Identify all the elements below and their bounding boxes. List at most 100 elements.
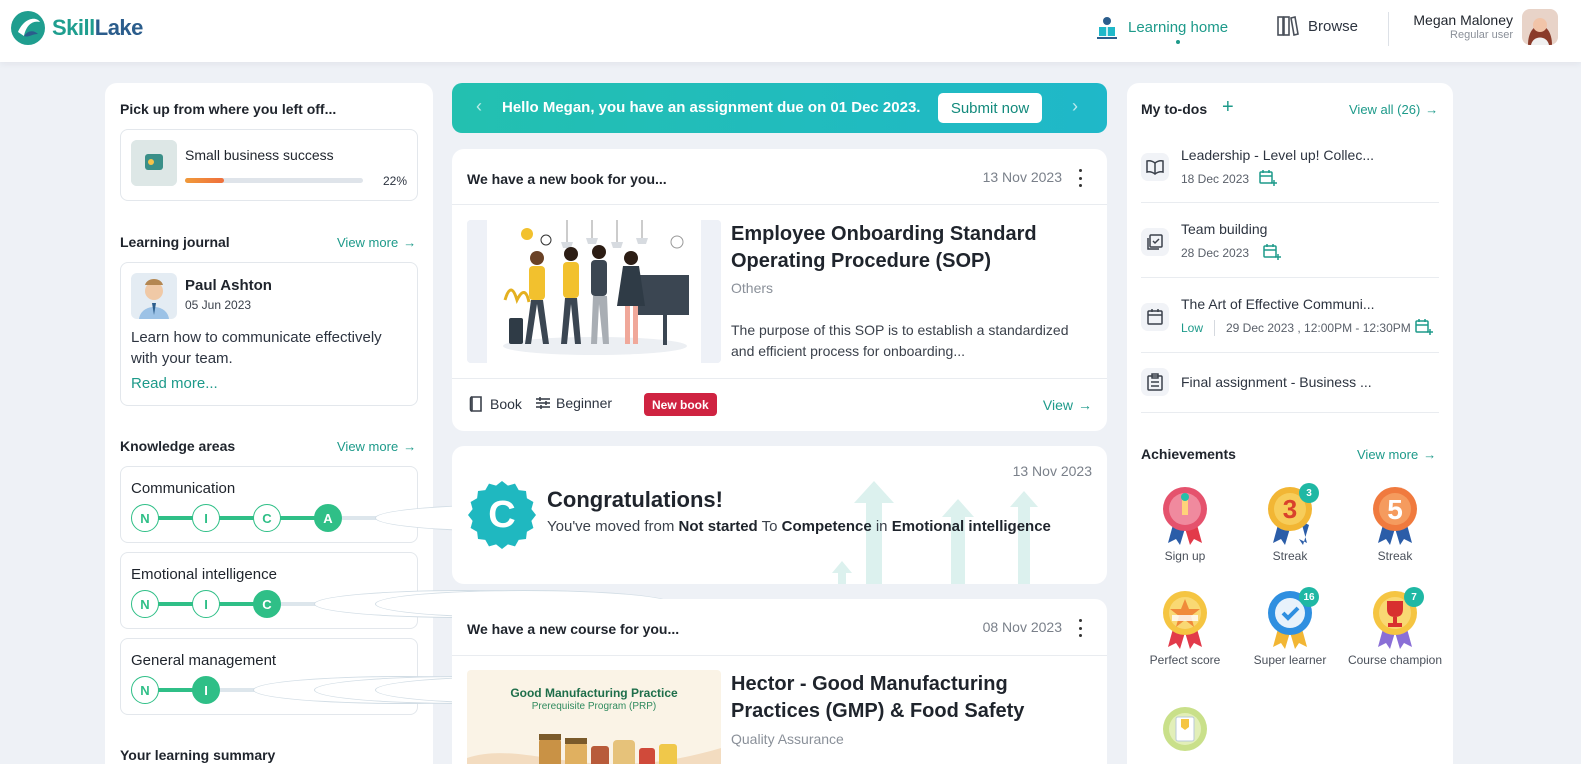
journal-date: 05 Jun 2023 bbox=[185, 298, 252, 312]
certificate-medal-icon bbox=[1158, 705, 1212, 764]
level-track: NICAE bbox=[131, 676, 673, 704]
card-date: 13 Nov 2023 bbox=[982, 169, 1062, 185]
avatar-image bbox=[1522, 9, 1558, 45]
book-card: We have a new book for you... 13 Nov 202… bbox=[452, 149, 1107, 431]
calendar-add-icon[interactable] bbox=[1263, 243, 1281, 261]
knowledge-area-card[interactable]: Emotional intelligenceNICAE bbox=[120, 552, 673, 629]
level-node: I bbox=[192, 504, 220, 532]
knowledge-area-card[interactable]: CommunicationNICAE bbox=[120, 466, 673, 543]
nav-learning-home[interactable]: Learning home bbox=[1094, 14, 1228, 40]
super-learner-medal-icon: 16 bbox=[1263, 587, 1319, 649]
submit-now-button[interactable]: Submit now bbox=[938, 93, 1042, 123]
progress-fill bbox=[185, 178, 225, 183]
add-todo-button[interactable]: + bbox=[1222, 97, 1234, 117]
journal-view-more[interactable]: View more → bbox=[337, 235, 416, 250]
streak-number: 3 bbox=[1283, 494, 1297, 524]
course-thumbnail[interactable]: Good Manufacturing Practice Prerequisite… bbox=[467, 670, 721, 764]
level-node: C bbox=[253, 504, 281, 532]
nav-label: Browse bbox=[1308, 17, 1359, 35]
course-card: We have a new course for you... 08 Nov 2… bbox=[452, 599, 1107, 764]
sign-up-medal-icon bbox=[1158, 485, 1212, 545]
calendar-icon bbox=[1141, 303, 1169, 331]
knowledge-title: Knowledge areas bbox=[120, 438, 236, 454]
author-avatar bbox=[131, 273, 177, 319]
user-avatar[interactable] bbox=[1522, 9, 1558, 45]
user-role: Regular user bbox=[1450, 29, 1513, 41]
achievement-course-champion[interactable]: 7 Course champion bbox=[1345, 587, 1445, 667]
todos-view-all[interactable]: View all (26) → bbox=[1349, 102, 1438, 117]
achievement-sign-up[interactable]: Sign up bbox=[1135, 485, 1235, 563]
view-label: View bbox=[1042, 397, 1073, 413]
course-title[interactable]: Hector - Good Manufacturing Practices (G… bbox=[731, 671, 1091, 725]
achievement-label: Sign up bbox=[1164, 549, 1206, 563]
arrow-right-icon: → bbox=[1078, 397, 1092, 413]
resume-title: Pick up from where you left off... bbox=[120, 101, 337, 117]
checklist-icon bbox=[1141, 228, 1169, 256]
calendar-add-icon[interactable] bbox=[1415, 318, 1433, 336]
brand-part2: Lake bbox=[94, 15, 144, 40]
nav-browse[interactable]: Browse bbox=[1276, 14, 1358, 38]
view-more-label: View more bbox=[337, 439, 399, 454]
level-track: NICAE bbox=[131, 590, 673, 618]
more-options-icon[interactable] bbox=[1075, 619, 1085, 637]
logo-icon bbox=[11, 11, 45, 45]
progress-bar bbox=[185, 178, 363, 183]
todo-item[interactable]: The Art of Effective Communi... Low 29 D… bbox=[1141, 279, 1439, 353]
active-indicator bbox=[1176, 40, 1180, 44]
knowledge-area-card[interactable]: General managementNICAE bbox=[120, 638, 673, 715]
divider bbox=[1214, 320, 1215, 336]
summary-title: Your learning summary bbox=[120, 747, 276, 763]
view-book-link[interactable]: View → bbox=[1043, 397, 1092, 413]
card-date: 13 Nov 2023 bbox=[1012, 463, 1092, 479]
knowledge-view-more[interactable]: View more → bbox=[337, 439, 416, 454]
reader-icon bbox=[1097, 17, 1117, 39]
brand-part1: Skill bbox=[52, 15, 95, 40]
arrow-right-icon: → bbox=[1423, 447, 1437, 462]
message-text: You've moved from bbox=[547, 518, 679, 535]
card-heading: We have a new course for you... bbox=[467, 621, 680, 637]
streak-medal-icon: 5 bbox=[1368, 485, 1422, 545]
todo-item[interactable]: Final assignment - Business ... bbox=[1141, 354, 1439, 413]
calendar-add-icon[interactable] bbox=[1259, 169, 1277, 187]
book-open-icon bbox=[1141, 153, 1169, 181]
achievement-partial[interactable] bbox=[1135, 705, 1235, 764]
todo-date: 18 Dec 2023 bbox=[1181, 172, 1250, 186]
book-category: Others bbox=[731, 280, 774, 296]
thumbnail-title: Good Manufacturing Practice bbox=[510, 686, 678, 700]
card-heading: We have a new book for you... bbox=[467, 171, 667, 187]
book-icon bbox=[469, 396, 482, 412]
books-icon bbox=[1277, 16, 1299, 36]
clipboard-icon bbox=[1141, 368, 1169, 396]
banner-prev-button[interactable]: ‹ bbox=[476, 96, 482, 117]
achievement-label: Perfect score bbox=[1149, 653, 1221, 667]
divider bbox=[452, 655, 1107, 656]
achievement-streak-5[interactable]: 5 Streak bbox=[1345, 485, 1445, 563]
level-node: N bbox=[131, 590, 159, 618]
priority-label: Low bbox=[1181, 321, 1204, 335]
todo-item[interactable]: Leadership - Level up! Collec... 18 Dec … bbox=[1141, 131, 1439, 203]
todo-title: Team building bbox=[1181, 221, 1268, 237]
message-text: in bbox=[871, 518, 892, 535]
logo[interactable]: SkillLake bbox=[10, 10, 143, 46]
todo-date: 28 Dec 2023 bbox=[1181, 246, 1250, 260]
user-name[interactable]: Megan Maloney bbox=[1413, 12, 1513, 28]
todo-item[interactable]: Team building 28 Dec 2023 bbox=[1141, 204, 1439, 278]
resume-card[interactable]: Small business success 22% bbox=[120, 129, 418, 201]
content-level-label: Beginner bbox=[556, 395, 613, 411]
read-more-link[interactable]: Read more... bbox=[131, 375, 218, 392]
level-node: N bbox=[131, 504, 159, 532]
achievement-super-learner[interactable]: 16 Super learner bbox=[1240, 587, 1340, 667]
book-description: The purpose of this SOP is to establish … bbox=[731, 322, 1069, 359]
banner-next-button[interactable]: › bbox=[1072, 96, 1078, 117]
message-text: To bbox=[757, 518, 782, 535]
book-thumbnail[interactable] bbox=[467, 220, 721, 363]
knowledge-area-name: Communication bbox=[131, 480, 236, 497]
achievements-view-more[interactable]: View more → bbox=[1357, 447, 1436, 462]
achievement-streak-3[interactable]: 3 3 Streak bbox=[1240, 483, 1340, 563]
achievement-perfect-score[interactable]: Perfect score bbox=[1135, 589, 1235, 667]
level-node: A bbox=[314, 504, 342, 532]
more-options-icon[interactable] bbox=[1075, 169, 1085, 187]
book-title[interactable]: Employee Onboarding Standard Operating P… bbox=[731, 221, 1091, 275]
nav-label: Learning home bbox=[1128, 18, 1229, 36]
todo-date: 29 Dec 2023 , 12:00PM - 12:30PM bbox=[1226, 321, 1411, 335]
